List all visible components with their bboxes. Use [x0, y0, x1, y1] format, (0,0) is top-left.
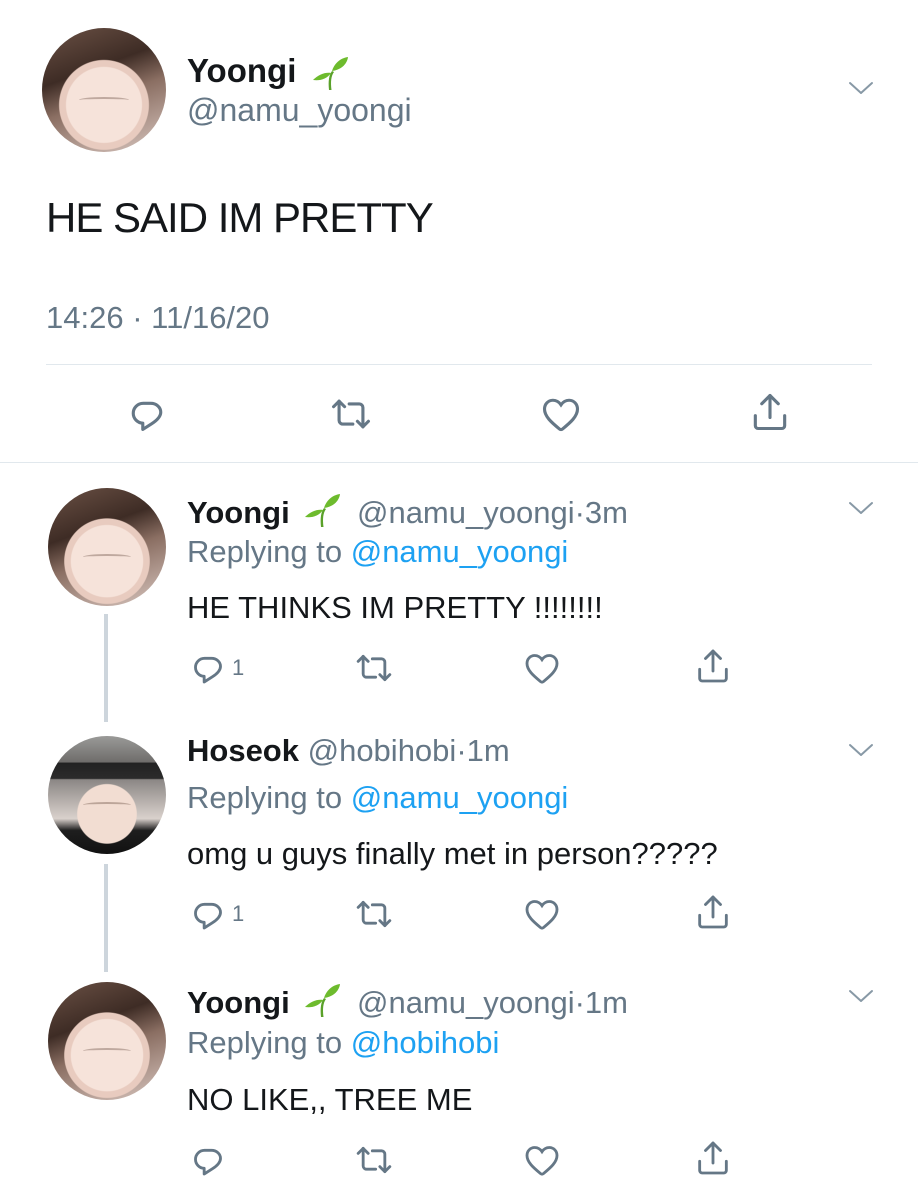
- avatar[interactable]: [48, 488, 166, 606]
- like-icon[interactable]: [522, 1140, 562, 1180]
- divider: [46, 364, 872, 365]
- replying-to: Replying to @namu_yoongi: [187, 534, 568, 570]
- separator-dot: ·: [574, 985, 585, 1020]
- chevron-down-icon[interactable]: [848, 80, 874, 96]
- reply-count: 1: [232, 655, 245, 680]
- replying-label: Replying to: [187, 534, 343, 569]
- like-icon[interactable]: [539, 392, 583, 436]
- retweet-icon[interactable]: [354, 894, 394, 934]
- seedling-icon: [302, 489, 342, 529]
- tweet-header: Yoongi @namu_yoongi·3m: [187, 489, 628, 531]
- replying-to-link[interactable]: @namu_yoongi: [351, 780, 569, 815]
- tweet-header: Yoongi @namu_yoongi·1m: [187, 979, 628, 1021]
- author-handle[interactable]: @hobihobi: [308, 733, 457, 768]
- replying-to-link[interactable]: @namu_yoongi: [351, 534, 569, 569]
- author-handle[interactable]: @namu_yoongi: [187, 92, 412, 129]
- author-name[interactable]: Yoongi: [187, 495, 290, 530]
- reply-count: 1: [232, 901, 245, 926]
- separator-dot: ·: [132, 300, 143, 335]
- thread-line: [104, 614, 108, 722]
- avatar[interactable]: [48, 736, 166, 854]
- replying-to: Replying to @hobihobi: [187, 1025, 499, 1061]
- seedling-icon: [302, 979, 342, 1019]
- share-icon[interactable]: [748, 390, 792, 434]
- divider: [0, 462, 918, 463]
- chevron-down-icon[interactable]: [848, 988, 874, 1004]
- tweet-text: HE THINKS IM PRETTY !!!!!!!!: [187, 590, 603, 625]
- tweet-header: Hoseok @hobihobi·1m: [187, 733, 510, 769]
- tweet-time: 14:26: [46, 300, 124, 335]
- separator-dot: ·: [456, 733, 467, 768]
- reply-button[interactable]: 1: [188, 648, 244, 688]
- author-name[interactable]: Yoongi: [187, 985, 290, 1020]
- retweet-icon[interactable]: [354, 648, 394, 688]
- tweet-text: NO LIKE,, TREE ME: [187, 1082, 473, 1117]
- timestamp[interactable]: 14:26 · 11/16/20: [46, 300, 270, 336]
- retweet-icon[interactable]: [329, 392, 373, 436]
- avatar[interactable]: [48, 982, 166, 1100]
- share-icon[interactable]: [693, 1138, 733, 1178]
- replying-label: Replying to: [187, 780, 343, 815]
- author-handle[interactable]: @namu_yoongi: [357, 985, 575, 1020]
- reply-icon[interactable]: [188, 1140, 228, 1180]
- replying-to: Replying to @namu_yoongi: [187, 780, 568, 816]
- author-name[interactable]: Hoseok: [187, 733, 299, 768]
- tweet-age: 1m: [466, 733, 510, 768]
- tweet-age: 1m: [584, 985, 628, 1020]
- chevron-down-icon[interactable]: [848, 500, 874, 516]
- author-handle[interactable]: @namu_yoongi: [357, 495, 575, 530]
- chevron-down-icon[interactable]: [848, 742, 874, 758]
- reply-icon: [188, 648, 228, 688]
- replying-to-link[interactable]: @hobihobi: [351, 1025, 500, 1060]
- tweet-date: 11/16/20: [151, 300, 270, 335]
- author-name[interactable]: Yoongi: [187, 52, 296, 90]
- reply-button[interactable]: 1: [188, 894, 244, 934]
- share-icon[interactable]: [693, 646, 733, 686]
- tweet-text: HE SAID IM PRETTY: [46, 194, 434, 241]
- tweet-text: omg u guys finally met in person?????: [187, 836, 718, 871]
- separator-dot: ·: [574, 495, 585, 530]
- replying-label: Replying to: [187, 1025, 343, 1060]
- like-icon[interactable]: [522, 648, 562, 688]
- like-icon[interactable]: [522, 894, 562, 934]
- avatar[interactable]: [42, 28, 166, 152]
- retweet-icon[interactable]: [354, 1140, 394, 1180]
- tweet-age: 3m: [584, 495, 628, 530]
- reply-icon[interactable]: [125, 392, 169, 436]
- seedling-icon: [310, 52, 350, 92]
- thread-line: [104, 864, 108, 972]
- reply-icon: [188, 894, 228, 934]
- share-icon[interactable]: [693, 892, 733, 932]
